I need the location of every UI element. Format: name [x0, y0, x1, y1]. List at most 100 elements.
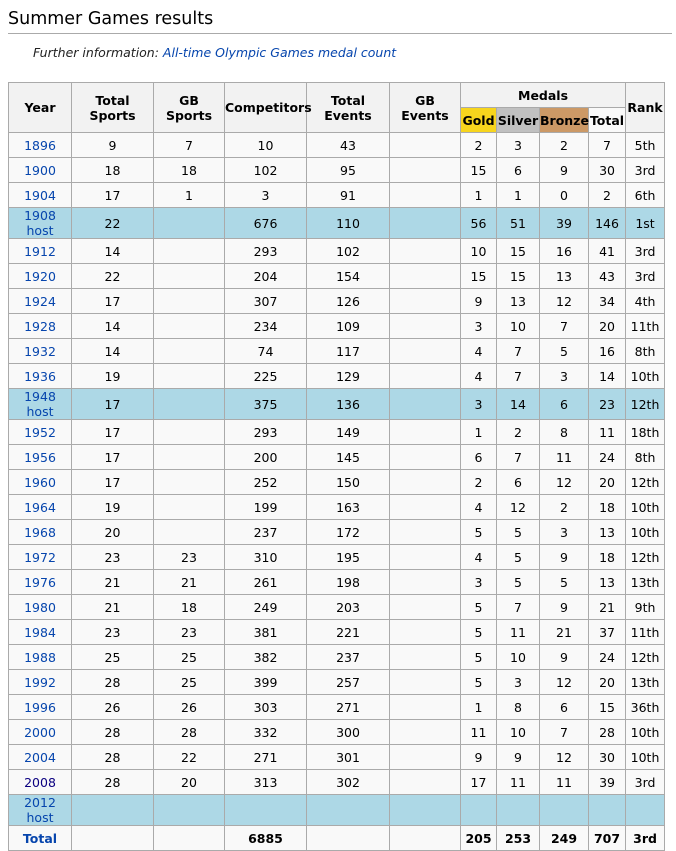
total-sports-cell: 14 [71, 338, 154, 364]
year-cell[interactable]: 1912 [8, 238, 72, 264]
year-cell[interactable]: 1972 [8, 544, 72, 570]
year-link[interactable]: 1920 [24, 269, 56, 284]
year-link[interactable]: 1900 [24, 163, 56, 178]
total-events-cell: 95 [306, 157, 390, 183]
gb-sports-cell [153, 469, 225, 495]
further-information: Further information: All-time Olympic Ga… [33, 45, 396, 60]
rank-cell: 9th [625, 594, 666, 620]
gold-cell: 56 [460, 207, 497, 239]
silver-cell: 7 [496, 338, 540, 364]
bronze-cell: 3 [539, 519, 589, 545]
competitors-cell: 310 [224, 544, 307, 570]
total-cell: 146 [587, 207, 627, 239]
year-cell[interactable]: 1976 [8, 569, 72, 595]
year-link[interactable]: 1964 [24, 500, 56, 515]
total-events-cell: 109 [306, 313, 390, 339]
gb-events-cell [389, 263, 461, 289]
year-cell[interactable]: 1964 [8, 494, 72, 520]
year-link[interactable]: 1928 [24, 319, 56, 334]
year-cell[interactable]: 1968 [8, 519, 72, 545]
bronze-cell [539, 794, 589, 826]
year-link[interactable]: 1948 host [24, 389, 56, 419]
medal-count-link[interactable]: All-time Olympic Games medal count [163, 45, 396, 60]
year-link[interactable]: 1984 [24, 625, 56, 640]
year-cell[interactable]: 1984 [8, 619, 72, 645]
table-row: 1988 25 25 382 237 5 10 9 24 12th [8, 644, 666, 670]
year-cell[interactable]: 2012 host [8, 794, 72, 826]
year-link[interactable]: 2008 [24, 775, 56, 790]
year-link[interactable]: 1912 [24, 244, 56, 259]
table-row: 1984 23 23 381 221 5 11 21 37 11th [8, 619, 666, 645]
total-sports-cell: 23 [71, 619, 154, 645]
year-cell[interactable]: 1988 [8, 644, 72, 670]
year-link[interactable]: 1980 [24, 600, 56, 615]
gb-events-cell [389, 157, 461, 183]
gold-cell: 17 [460, 769, 497, 795]
total-sports-cell: 17 [71, 288, 154, 314]
gold-cell: 2 [460, 469, 497, 495]
year-link[interactable]: 1924 [24, 294, 56, 309]
year-cell[interactable]: 1896 [8, 132, 72, 158]
gb-sports-cell [153, 207, 225, 239]
year-cell[interactable]: 1992 [8, 669, 72, 695]
year-cell[interactable]: 1956 [8, 444, 72, 470]
year-link[interactable]: 1956 [24, 450, 56, 465]
competitors-cell: 200 [224, 444, 307, 470]
gold-cell: 4 [460, 363, 497, 389]
total-events-cell: 43 [306, 132, 390, 158]
gb-events-cell [389, 388, 461, 420]
total-events-cell: 301 [306, 744, 390, 770]
year-cell[interactable]: 1908 host [8, 207, 72, 239]
year-cell[interactable]: 1928 [8, 313, 72, 339]
bronze-cell: 8 [539, 419, 589, 445]
competitors-cell: 204 [224, 263, 307, 289]
year-cell[interactable]: 2000 [8, 719, 72, 745]
silver-cell: 5 [496, 544, 540, 570]
silver-cell: 15 [496, 238, 540, 264]
year-link[interactable]: 1908 host [24, 208, 56, 238]
year-cell[interactable]: 1952 [8, 419, 72, 445]
year-link[interactable]: 1936 [24, 369, 56, 384]
gb-sports-cell: 23 [153, 544, 225, 570]
year-link[interactable]: 1960 [24, 475, 56, 490]
year-cell[interactable]: 1996 [8, 694, 72, 720]
competitors-cell: 332 [224, 719, 307, 745]
year-link[interactable]: 1976 [24, 575, 56, 590]
year-cell[interactable]: 1980 [8, 594, 72, 620]
year-cell[interactable]: 1948 host [8, 388, 72, 420]
year-link[interactable]: 1988 [24, 650, 56, 665]
year-cell[interactable]: 1932 [8, 338, 72, 364]
silver-cell: 10 [496, 644, 540, 670]
year-link[interactable]: 1932 [24, 344, 56, 359]
year-link[interactable]: 1996 [24, 700, 56, 715]
year-link[interactable]: 1972 [24, 550, 56, 565]
rank-cell: 1st [625, 207, 666, 239]
competitors-cell: 381 [224, 619, 307, 645]
year-link[interactable]: 1904 [24, 188, 56, 203]
year-link[interactable]: 1896 [24, 138, 56, 153]
year-cell[interactable]: 2008 [8, 769, 72, 795]
year-link[interactable]: 1952 [24, 425, 56, 440]
year-cell[interactable]: 1904 [8, 182, 72, 208]
year-cell[interactable]: 1900 [8, 157, 72, 183]
year-cell[interactable]: 1960 [8, 469, 72, 495]
total-sports-cell: 19 [71, 363, 154, 389]
year-link[interactable]: 2000 [24, 725, 56, 740]
rank-cell: 11th [625, 313, 666, 339]
year-cell[interactable]: 1924 [8, 288, 72, 314]
total-cell: 15 [587, 694, 627, 720]
year-link[interactable]: 2012 host [24, 795, 56, 825]
year-cell[interactable]: 2004 [8, 744, 72, 770]
year-cell[interactable]: 1920 [8, 263, 72, 289]
year-cell[interactable]: 1936 [8, 363, 72, 389]
year-link[interactable]: 1968 [24, 525, 56, 540]
gb-sports-cell: 20 [153, 769, 225, 795]
total-sports-cell: 28 [71, 769, 154, 795]
silver-cell: 11 [496, 769, 540, 795]
year-link[interactable]: 2004 [24, 750, 56, 765]
total-cell: 7 [587, 132, 627, 158]
total-cell: 23 [587, 388, 627, 420]
year-link[interactable]: 1992 [24, 675, 56, 690]
silver-cell [496, 794, 540, 826]
gold-cell: 10 [460, 238, 497, 264]
